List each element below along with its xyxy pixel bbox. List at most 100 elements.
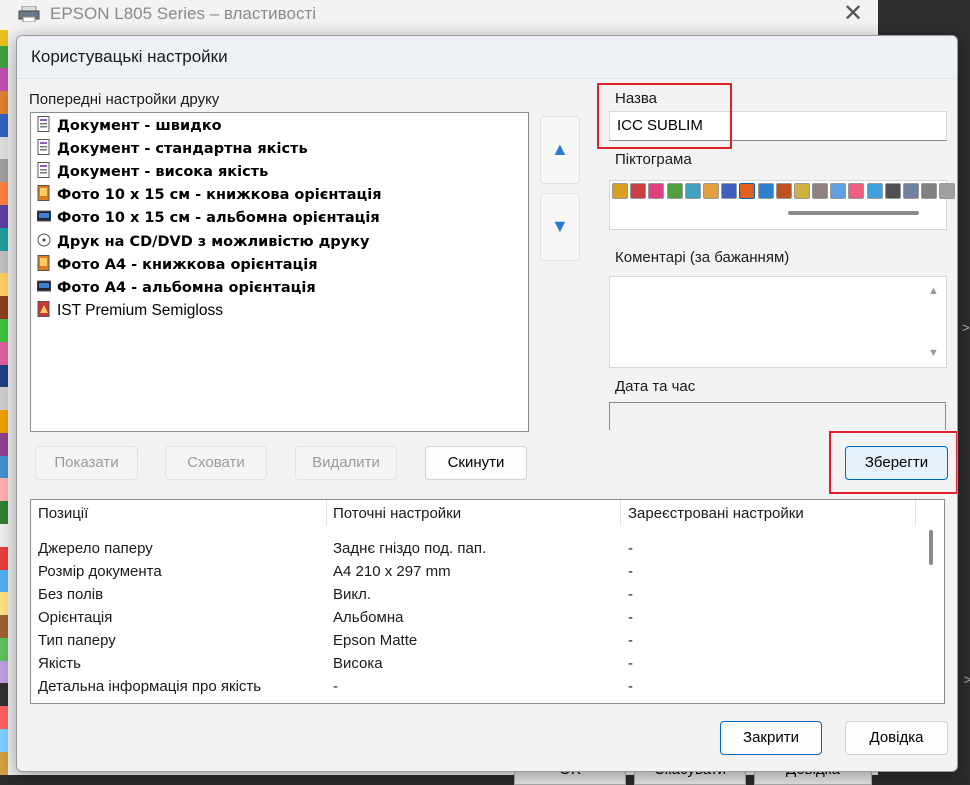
preset-item[interactable]: Фото 10 x 15 см - книжкова орієнтація [37, 185, 382, 207]
palette-swatch [0, 501, 8, 524]
preset-icon-option[interactable] [721, 183, 737, 199]
preset-icon-option[interactable] [776, 183, 792, 199]
preset-icon-option[interactable] [612, 183, 628, 199]
palette-swatch [0, 638, 8, 661]
table-cell: - [628, 632, 633, 649]
hide-button[interactable]: Сховати [165, 446, 267, 480]
table-row[interactable]: ЯкістьВисока- [31, 655, 916, 678]
table-cell: Без полів [38, 586, 103, 603]
preset-label: Фото A4 - альбомна орієнтація [57, 280, 316, 296]
table-row[interactable]: КольоровийКольоровий- [31, 701, 916, 704]
preset-label: Документ - швидко [57, 118, 222, 134]
preset-label: IST Premium Semigloss [57, 302, 223, 319]
presets-label: Попередні настройки друку [29, 91, 219, 108]
custom-settings-dialog: Користувацькі настройки Попередні настро… [16, 35, 958, 772]
move-down-button[interactable]: ▼ [540, 193, 580, 261]
preset-item[interactable]: IST Premium Semigloss [37, 301, 223, 323]
preset-icon-option[interactable] [830, 183, 846, 199]
table-row[interactable]: Розмір документаA4 210 x 297 mm- [31, 563, 916, 586]
palette-swatch [0, 114, 8, 137]
arrow-up-icon: ▲ [551, 139, 569, 160]
preset-icon-option[interactable] [758, 183, 774, 199]
table-row[interactable]: Без полів Викл. - [31, 586, 916, 609]
table-row[interactable]: Детальна інформація про якість-- [31, 678, 916, 701]
preset-label: Друк на CD/DVD з можливістю друку [57, 234, 369, 250]
preset-item[interactable]: Фото A4 - альбомна орієнтація [37, 278, 316, 300]
preset-icon-option[interactable] [794, 183, 810, 199]
preset-item[interactable]: Документ - швидко [37, 116, 222, 138]
scroll-up-icon[interactable]: ▲ [928, 285, 939, 297]
palette-swatch [0, 251, 8, 274]
palette-swatch [0, 342, 8, 365]
table-row[interactable]: ОрієнтаціяАльбомна- [31, 609, 916, 632]
comment-textarea[interactable]: ▲ ▼ [609, 276, 947, 368]
table-cell: Альбомна [333, 609, 403, 626]
table-cell: Заднє гніздо под. пап. [333, 540, 486, 557]
preset-icon-option[interactable] [848, 183, 864, 199]
show-button[interactable]: Показати [35, 446, 138, 480]
palette-swatch [0, 46, 8, 69]
icon-picker[interactable] [609, 180, 947, 230]
background-window-title: EPSON L805 Series – властивості [50, 4, 316, 24]
table-row[interactable]: Джерело паперуЗаднє гніздо под. пап.- [31, 540, 916, 563]
delete-button[interactable]: Видалити [295, 446, 397, 480]
help-button[interactable]: Довідка [845, 721, 948, 755]
preset-label: Фото 10 x 15 см - книжкова орієнтація [57, 187, 382, 203]
table-header-items[interactable]: Позиції [31, 500, 327, 526]
palette-swatch [0, 752, 8, 775]
palette-swatch [0, 68, 8, 91]
table-cell: Кольоровий [38, 701, 121, 704]
table-cell: Джерело паперу [38, 540, 153, 557]
table-cell: - [628, 586, 633, 603]
preset-icon-option[interactable] [648, 183, 664, 199]
table-scrollbar[interactable] [929, 530, 933, 565]
icon-label: Піктограма [615, 151, 692, 168]
table-cell: Викл. [333, 586, 371, 603]
desktop-fragment: > [962, 320, 970, 335]
preset-icon-option[interactable] [739, 183, 755, 199]
preset-icon-option[interactable] [885, 183, 901, 199]
highlight-save-button [829, 431, 958, 494]
comment-label: Коментарі (за бажанням) [615, 249, 789, 266]
dialog-header: Користувацькі настройки [17, 36, 957, 79]
preset-label: Документ - стандартна якість [57, 141, 308, 157]
preset-icon-option[interactable] [685, 183, 701, 199]
preset-icon-option[interactable] [939, 183, 955, 199]
palette-swatch [0, 706, 8, 729]
table-row[interactable]: Тип паперуEpson Matte- [31, 632, 916, 655]
datetime-label: Дата та час [615, 378, 695, 395]
palette-swatch [0, 182, 8, 205]
table-header-registered[interactable]: Зареєстровані настройки [621, 500, 916, 526]
palette-swatch [0, 456, 8, 479]
table-cell: Орієнтація [38, 609, 112, 626]
preset-item[interactable]: Фото 10 x 15 см - альбомна орієнтація [37, 208, 380, 230]
presets-list[interactable]: Документ - швидко Документ - стандартна я… [30, 112, 529, 432]
palette-swatch [0, 410, 8, 433]
icon-picker-scrollbar[interactable] [788, 211, 919, 215]
preset-item[interactable]: Фото A4 - книжкова орієнтація [37, 255, 318, 277]
desktop-fragment: > [964, 672, 970, 687]
custom-preset-icon [37, 301, 51, 317]
move-up-button[interactable]: ▲ [540, 116, 580, 184]
table-cell: Кольоровий [333, 701, 416, 704]
settings-table[interactable]: Позиції Поточні настройки Зареєстровані … [30, 499, 945, 704]
table-header-current[interactable]: Поточні настройки [326, 500, 621, 526]
preset-item[interactable]: Документ - стандартна якість [37, 139, 308, 161]
palette-swatch [0, 319, 8, 342]
close-icon[interactable]: ✕ [843, 0, 863, 28]
cd-dvd-icon [37, 232, 51, 248]
close-button[interactable]: Закрити [720, 721, 822, 755]
reset-button[interactable]: Скинути [425, 446, 527, 480]
preset-icon-option[interactable] [903, 183, 919, 199]
scroll-down-icon[interactable]: ▼ [928, 347, 939, 359]
preset-icon-option[interactable] [812, 183, 828, 199]
dialog-title: Користувацькі настройки [31, 47, 228, 67]
preset-icon-option[interactable] [630, 183, 646, 199]
preset-icon-option[interactable] [703, 183, 719, 199]
preset-icon-option[interactable] [867, 183, 883, 199]
preset-label: Фото 10 x 15 см - альбомна орієнтація [57, 210, 380, 226]
preset-item[interactable]: Друк на CD/DVD з можливістю друку [37, 232, 369, 254]
preset-icon-option[interactable] [667, 183, 683, 199]
preset-item[interactable]: Документ - висока якість [37, 162, 268, 184]
preset-icon-option[interactable] [921, 183, 937, 199]
